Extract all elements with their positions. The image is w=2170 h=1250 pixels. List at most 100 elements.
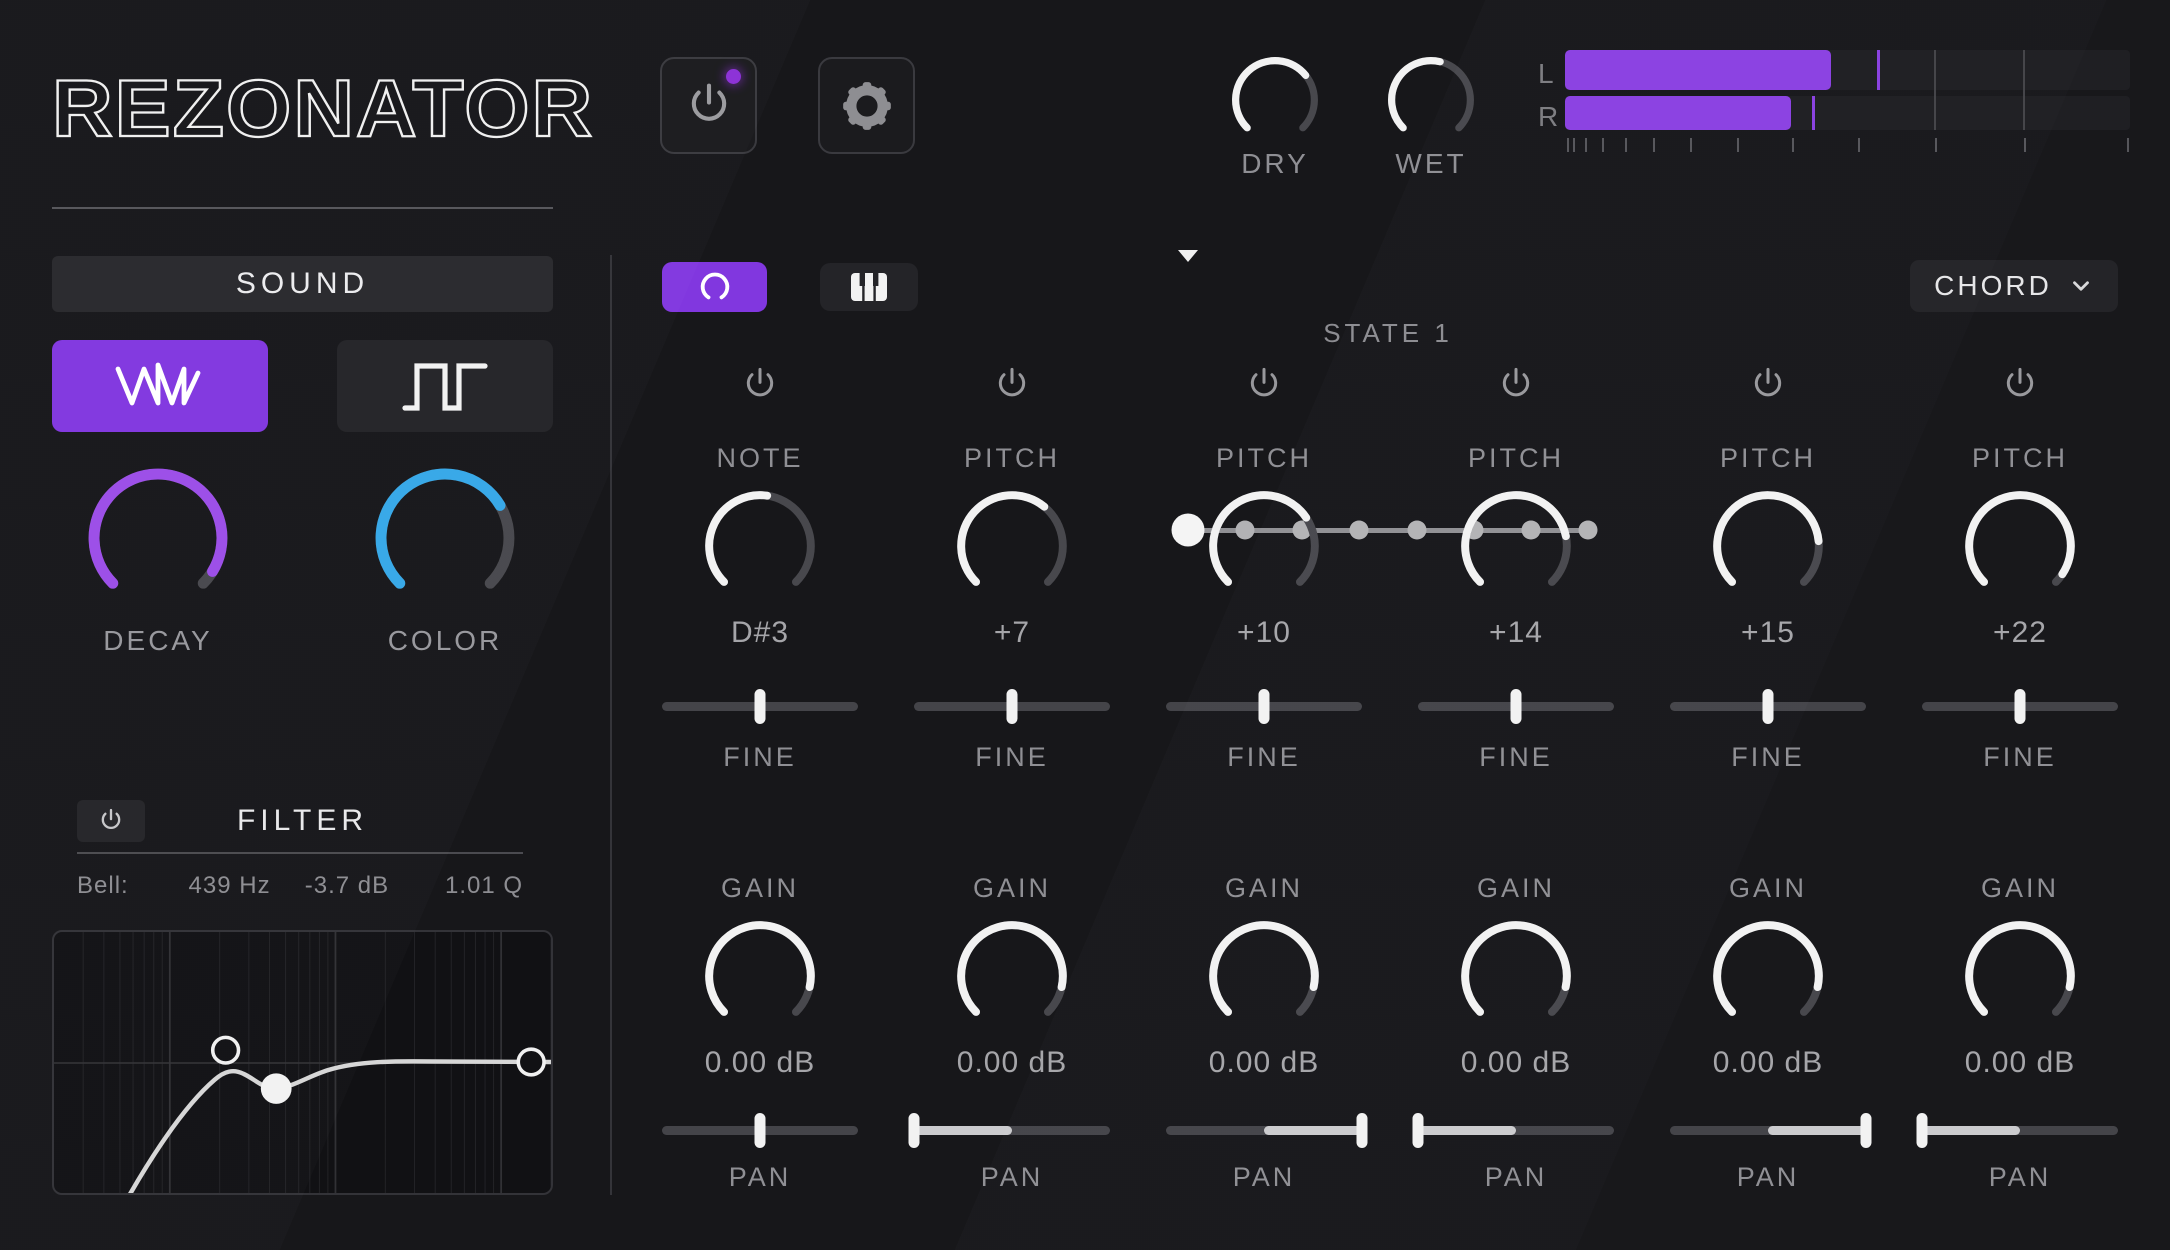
gain-knob[interactable] bbox=[950, 914, 1074, 1038]
pitch-value: +15 bbox=[1741, 616, 1795, 649]
partial-power-icon[interactable] bbox=[740, 365, 780, 405]
chord-dropdown[interactable]: CHORD bbox=[1910, 260, 2118, 312]
decay-knob[interactable] bbox=[80, 460, 236, 616]
pan-slider-thumb[interactable] bbox=[754, 1113, 766, 1148]
meter-fill-left bbox=[1565, 50, 1831, 90]
pan-label: PAN bbox=[1988, 1162, 2052, 1192]
filter-section-title: FILTER bbox=[236, 804, 369, 837]
fine-slider[interactable] bbox=[662, 688, 858, 724]
pitch-value: +10 bbox=[1237, 616, 1291, 649]
fine-label: FINE bbox=[1983, 742, 2057, 772]
state-marker-triangle-icon bbox=[1178, 250, 1198, 262]
keyboard-mode-button[interactable] bbox=[820, 263, 918, 311]
fine-slider-thumb[interactable] bbox=[1762, 689, 1774, 724]
pitch-note-label: NOTE bbox=[716, 443, 804, 473]
fine-slider-thumb[interactable] bbox=[754, 689, 766, 724]
pan-label: PAN bbox=[728, 1162, 792, 1192]
fine-slider-thumb[interactable] bbox=[2014, 689, 2026, 724]
color-knob[interactable] bbox=[367, 460, 523, 616]
filter-curve-display[interactable] bbox=[52, 930, 553, 1195]
resonator-column: PITCH +10 FINE GAIN 0.00 dB PAN bbox=[1138, 358, 1390, 1193]
partial-power-icon[interactable] bbox=[1748, 365, 1788, 405]
pan-slider-fill bbox=[914, 1126, 1012, 1135]
pitch-value: +22 bbox=[1993, 616, 2047, 649]
partial-power-icon[interactable] bbox=[1496, 365, 1536, 405]
pitch-note-label: PITCH bbox=[1972, 443, 2068, 473]
gain-knob[interactable] bbox=[1958, 914, 2082, 1038]
pan-slider[interactable] bbox=[1916, 1112, 2118, 1148]
pan-slider[interactable] bbox=[1166, 1112, 1368, 1148]
state-label: STATE 1 bbox=[1323, 318, 1453, 348]
filter-q: 1.01 Q bbox=[444, 872, 524, 899]
gain-knob[interactable] bbox=[1454, 914, 1578, 1038]
fine-slider[interactable] bbox=[1418, 688, 1614, 724]
filter-gain: -3.7 dB bbox=[304, 872, 390, 899]
pan-slider[interactable] bbox=[908, 1112, 1110, 1148]
square-wave-button[interactable] bbox=[337, 340, 553, 432]
power-icon bbox=[691, 83, 726, 121]
pitch-note-label: PITCH bbox=[1468, 443, 1564, 473]
pitch-knob[interactable] bbox=[1202, 484, 1326, 608]
fine-slider-thumb[interactable] bbox=[1510, 689, 1522, 724]
meter-bar-left bbox=[1565, 50, 2130, 90]
pan-slider[interactable] bbox=[1412, 1112, 1614, 1148]
master-power-button[interactable] bbox=[660, 57, 757, 154]
pan-slider-thumb[interactable] bbox=[1916, 1113, 1928, 1148]
meter-left-label: L bbox=[1538, 58, 1554, 89]
pan-slider-thumb[interactable] bbox=[908, 1113, 920, 1148]
pan-slider-fill bbox=[1922, 1126, 2020, 1135]
gain-knob[interactable] bbox=[1202, 914, 1326, 1038]
fine-slider[interactable] bbox=[914, 688, 1110, 724]
pan-slider[interactable] bbox=[662, 1112, 858, 1148]
pitch-note-label: PITCH bbox=[1720, 443, 1816, 473]
fine-slider[interactable] bbox=[1166, 688, 1362, 724]
pan-slider-fill bbox=[1418, 1126, 1516, 1135]
pan-slider-thumb[interactable] bbox=[1356, 1113, 1368, 1148]
fine-slider[interactable] bbox=[1922, 688, 2118, 724]
gain-value: 0.00 dB bbox=[1964, 1046, 2076, 1079]
pan-label: PAN bbox=[1484, 1162, 1548, 1192]
panel-divider bbox=[610, 255, 612, 1195]
pitch-knob[interactable] bbox=[1454, 484, 1578, 608]
sound-section-title: SOUND bbox=[52, 256, 553, 312]
pan-label: PAN bbox=[1232, 1162, 1296, 1192]
pitch-value: +7 bbox=[993, 616, 1031, 649]
pitch-note-label: PITCH bbox=[1216, 443, 1312, 473]
pitch-knob[interactable] bbox=[1706, 484, 1830, 608]
pan-label: PAN bbox=[1736, 1162, 1800, 1192]
settings-button[interactable] bbox=[818, 57, 915, 154]
fine-slider[interactable] bbox=[1670, 688, 1866, 724]
output-meter: L R bbox=[1538, 46, 2138, 156]
partial-power-icon[interactable] bbox=[992, 365, 1032, 405]
pitch-knob[interactable] bbox=[1958, 484, 2082, 608]
pan-slider-thumb[interactable] bbox=[1860, 1113, 1872, 1148]
gain-label: GAIN bbox=[1728, 873, 1807, 903]
fine-slider-thumb[interactable] bbox=[1006, 689, 1018, 724]
dry-knob[interactable] bbox=[1227, 52, 1323, 148]
knob-mode-button[interactable] bbox=[662, 262, 767, 312]
gain-label: GAIN bbox=[972, 873, 1051, 903]
meter-scale-ticks bbox=[1565, 138, 2130, 154]
pitch-knob[interactable] bbox=[950, 484, 1074, 608]
sawtooth-wave-button[interactable] bbox=[52, 340, 268, 432]
fine-label: FINE bbox=[975, 742, 1049, 772]
pan-slider-thumb[interactable] bbox=[1412, 1113, 1424, 1148]
chevron-down-icon bbox=[2072, 281, 2089, 291]
app-logo: REZONATOR bbox=[51, 61, 595, 154]
gear-icon bbox=[842, 81, 891, 130]
gain-label: GAIN bbox=[720, 873, 799, 903]
meter-bars bbox=[1565, 46, 2130, 132]
knob-mode-icon bbox=[700, 272, 729, 300]
pitch-knob[interactable] bbox=[698, 484, 822, 608]
gain-knob[interactable] bbox=[1706, 914, 1830, 1038]
fine-slider-thumb[interactable] bbox=[1258, 689, 1270, 724]
wet-knob[interactable] bbox=[1383, 52, 1479, 148]
fine-label: FINE bbox=[1479, 742, 1553, 772]
partial-power-icon[interactable] bbox=[1244, 365, 1284, 405]
gain-knob[interactable] bbox=[698, 914, 822, 1038]
pitch-value: D#3 bbox=[730, 616, 790, 649]
wet-knob-label: WET bbox=[1395, 148, 1467, 179]
partial-power-icon[interactable] bbox=[2000, 365, 2040, 405]
filter-handle-right bbox=[516, 1047, 546, 1077]
pan-slider[interactable] bbox=[1670, 1112, 1872, 1148]
